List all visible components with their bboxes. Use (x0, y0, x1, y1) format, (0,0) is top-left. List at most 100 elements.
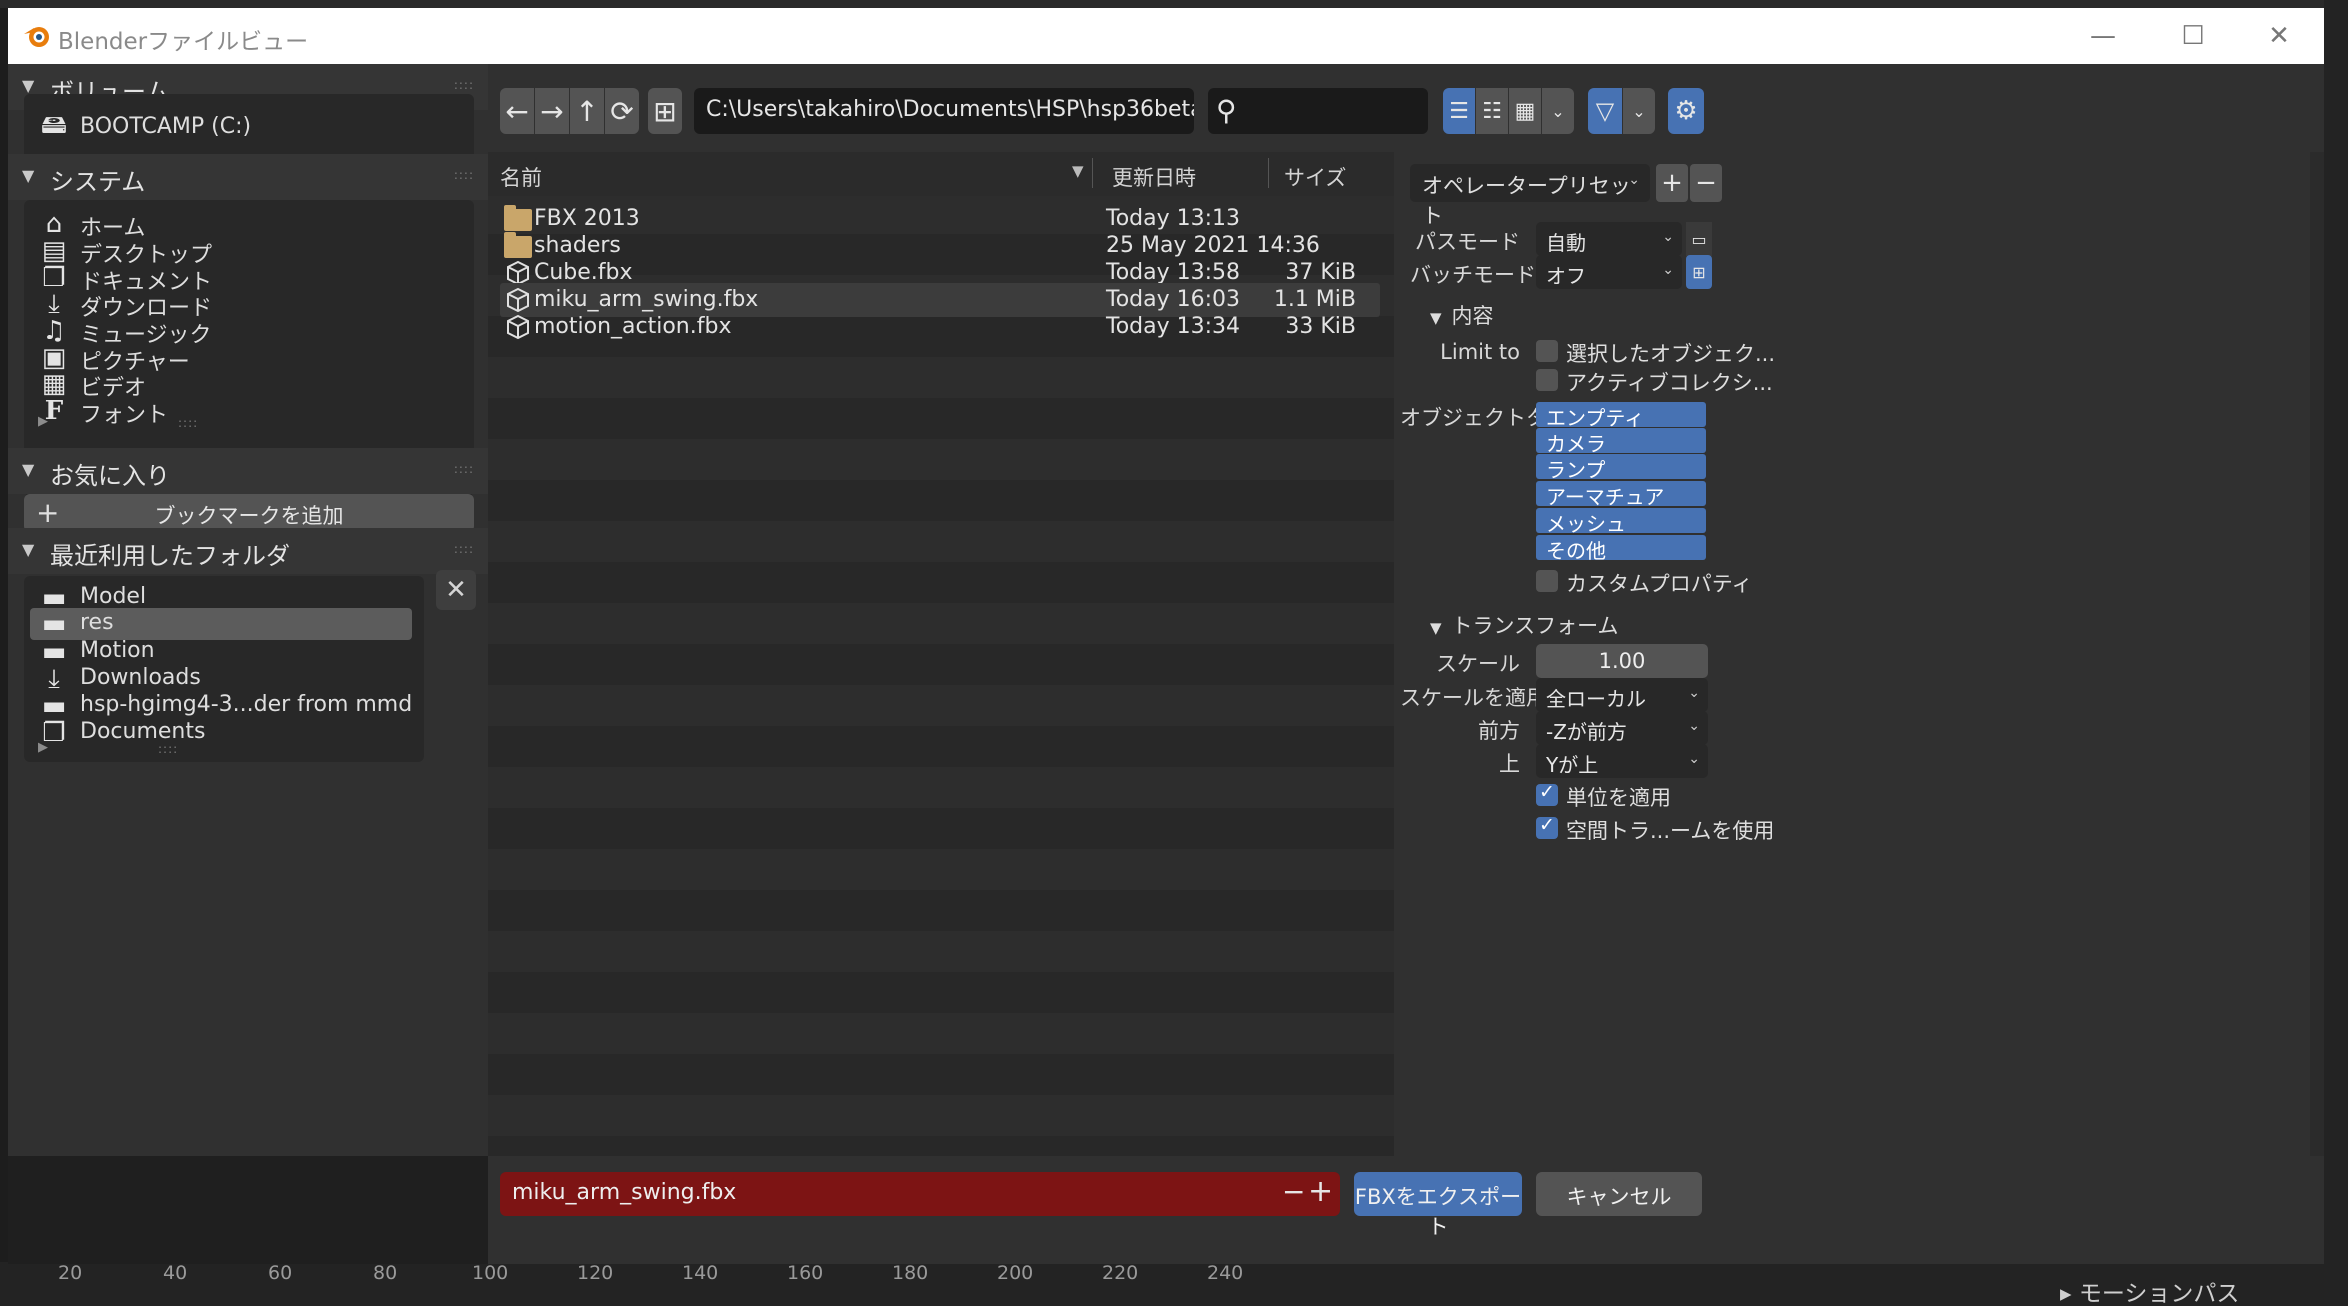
add-bookmark-button[interactable]: + ブックマークを追加 (24, 494, 474, 532)
arrow-left-icon: ← (505, 94, 529, 128)
filter-toggle-button[interactable]: ▽ (1588, 88, 1622, 134)
object-type-empty[interactable]: エンプティ (1536, 402, 1706, 430)
sidebar-item-bootcamp[interactable]: 🖴 BOOTCAMP (C:) (38, 110, 458, 146)
motion-path-panel[interactable]: ▸ モーションパス (2060, 1274, 2239, 1306)
object-type-armature[interactable]: アーマチュア (1536, 481, 1706, 509)
column-header-size[interactable]: サイズ (1284, 162, 1346, 192)
apply-unit-checkbox[interactable] (1536, 781, 1558, 806)
recent-header[interactable]: ▼ 最近利用したフォルダ :::: (8, 528, 488, 574)
horizontal-list-view-button[interactable]: ☷ (1476, 88, 1508, 134)
column-header-name[interactable]: 名前 (500, 162, 542, 192)
expand-triangle-icon[interactable]: ▶ (38, 740, 48, 755)
sidebar-item-fonts[interactable]: F フォント (38, 393, 458, 429)
chevron-down-icon: ⌄ (1628, 172, 1640, 188)
forward-axis-dropdown[interactable]: -Zが前方 ⌄ (1536, 711, 1708, 745)
object-type-camera[interactable]: カメラ (1536, 428, 1706, 456)
file-row-motion-action[interactable]: motion_action.fbx Today 13:34 33 KiB (500, 310, 1380, 344)
settings-toggle-button[interactable]: ⚙ (1668, 88, 1704, 134)
chevron-down-icon: ⌄ (1551, 101, 1565, 121)
back-button[interactable]: ← (500, 88, 534, 134)
ruler-tick: 240 (1207, 1262, 1244, 1284)
batch-mode-dropdown[interactable]: オフ ⌄ (1536, 255, 1682, 289)
forward-button[interactable]: → (535, 88, 569, 134)
batch-mode-value: オフ (1546, 264, 1586, 288)
arrow-up-icon: ↑ (575, 94, 599, 128)
arrow-right-icon: → (540, 94, 564, 128)
use-space-transform-checkbox[interactable] (1536, 814, 1558, 839)
cancel-button[interactable]: キャンセル (1536, 1172, 1702, 1216)
increment-filename-button[interactable]: + (1308, 1174, 1333, 1209)
file-date: Today 13:58 (1106, 260, 1241, 285)
path-mode-dropdown[interactable]: 自動 ⌄ (1536, 222, 1682, 256)
search-input[interactable]: ⚲ (1208, 88, 1428, 134)
bottom-bar: miku_arm_swing.fbx − + FBXをエクスポート キャンセル (488, 1156, 2324, 1264)
refresh-button[interactable]: ⟳ (605, 88, 639, 134)
remove-preset-button[interactable]: − (1690, 164, 1722, 202)
object-type-label: その他 (1546, 539, 1606, 563)
batch-own-dir-toggle[interactable]: ⊞ (1686, 255, 1712, 289)
export-fbx-button[interactable]: FBXをエクスポート (1354, 1172, 1522, 1239)
custom-properties-label: カスタムプロパティ (1566, 572, 1753, 596)
file-name: FBX 2013 (534, 206, 640, 231)
drag-grip-icon[interactable]: :::: (454, 78, 474, 92)
resize-grip-icon[interactable]: :::: (158, 742, 178, 756)
embed-textures-toggle[interactable]: ▭ (1686, 222, 1712, 256)
selected-objects-label: 選択したオブジェク... (1566, 342, 1776, 366)
directory-path-input[interactable]: C:\Users\takahiro\Documents\HSP\hsp36bet… (694, 88, 1194, 134)
up-axis-dropdown[interactable]: Yが上 ⌄ (1536, 744, 1708, 778)
column-header-date[interactable]: 更新日時 (1112, 162, 1196, 192)
filter-options-dropdown[interactable]: ⌄ (1623, 88, 1655, 134)
minimize-button[interactable]: — (2058, 8, 2148, 64)
forward-axis-value: -Zが前方 (1546, 720, 1627, 744)
ruler-tick: 140 (682, 1262, 719, 1284)
apply-scale-dropdown[interactable]: 全ローカル ⌄ (1536, 678, 1708, 712)
vertical-list-view-button[interactable]: ☰ (1443, 88, 1475, 134)
drag-grip-icon[interactable]: :::: (454, 542, 474, 556)
sidebar-item-label: hsp-hgimg4-3...der from mmd (80, 692, 413, 717)
drag-grip-icon[interactable]: :::: (454, 168, 474, 182)
favorites-header[interactable]: ▼ お気に入り :::: (8, 448, 488, 494)
active-collection-checkbox[interactable] (1536, 369, 1558, 391)
active-collection-label: アクティブコレクシ... (1566, 371, 1773, 395)
recent-item-documents[interactable]: ❐ Documents (38, 715, 412, 751)
operator-preset-dropdown[interactable]: オペレータープリセット ⌄ (1410, 164, 1650, 228)
resize-grip-icon[interactable]: :::: (178, 416, 198, 430)
include-group-header[interactable]: ▼ 内容 (1430, 300, 1494, 330)
chevron-down-icon: ⌄ (1662, 262, 1674, 278)
object-type-other[interactable]: その他 (1536, 535, 1706, 563)
file-size: 33 KiB (1285, 314, 1356, 339)
ruler-tick: 120 (577, 1262, 614, 1284)
column-divider[interactable] (1092, 158, 1093, 188)
list-view-icon: ☰ (1449, 98, 1469, 124)
system-title: システム (50, 168, 146, 196)
object-type-lamp[interactable]: ランプ (1536, 454, 1706, 482)
file-name: miku_arm_swing.fbx (534, 287, 759, 312)
scale-input[interactable]: 1.00 (1536, 644, 1708, 678)
ruler-tick: 40 (163, 1262, 188, 1284)
add-preset-button[interactable]: + (1656, 164, 1688, 202)
object-type-label: ランプ (1546, 458, 1606, 482)
sort-descending-icon[interactable]: ▼ (1072, 162, 1084, 180)
selected-objects-checkbox[interactable] (1536, 340, 1558, 362)
expand-triangle-icon[interactable]: ▶ (38, 414, 48, 429)
thumbnail-view-button[interactable]: ▦ (1509, 88, 1541, 134)
system-header[interactable]: ▼ システム :::: (8, 154, 488, 200)
sidebar-item-label: BOOTCAMP (C:) (80, 114, 252, 139)
maximize-button[interactable]: ☐ (2148, 8, 2238, 64)
decrement-filename-button[interactable]: − (1282, 1175, 1305, 1208)
filename-value: miku_arm_swing.fbx (512, 1180, 737, 1205)
object-type-mesh[interactable]: メッシュ (1536, 508, 1706, 536)
parent-directory-button[interactable]: ↑ (570, 88, 604, 134)
close-window-button[interactable]: ✕ (2234, 8, 2324, 64)
transform-group-header[interactable]: ▼ トランスフォーム (1430, 610, 1619, 640)
remove-recent-button[interactable]: ✕ (436, 570, 476, 610)
filename-input[interactable]: miku_arm_swing.fbx − + (500, 1172, 1340, 1216)
options-scrollbar[interactable] (2310, 152, 2324, 1156)
custom-properties-checkbox[interactable] (1536, 570, 1558, 592)
drag-grip-icon[interactable]: :::: (454, 462, 474, 476)
new-folder-button[interactable]: ⊞ (648, 88, 682, 134)
object-type-label: カメラ (1546, 432, 1606, 456)
file-size: 37 KiB (1285, 260, 1356, 285)
display-options-dropdown[interactable]: ⌄ (1542, 88, 1574, 134)
column-divider[interactable] (1268, 158, 1269, 188)
